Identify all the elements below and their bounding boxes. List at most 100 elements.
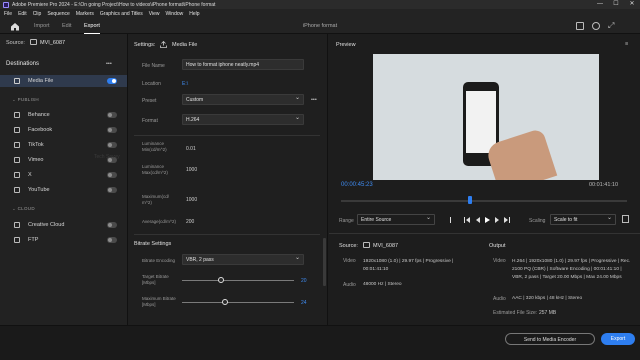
- range-dropdown[interactable]: Entire Source: [357, 213, 435, 225]
- destination-label: Media File: [28, 78, 54, 84]
- close-button[interactable]: ✕: [624, 0, 640, 9]
- step-forward-icon: [504, 217, 510, 223]
- luminance-min-value[interactable]: 0.01: [186, 146, 196, 152]
- preset-dropdown[interactable]: Custom: [182, 93, 304, 105]
- export-button[interactable]: Export: [601, 333, 635, 345]
- destination-toggle[interactable]: [107, 172, 117, 178]
- maximum-value[interactable]: 1000: [186, 197, 197, 203]
- destination-tiktok[interactable]: TikTok: [0, 139, 127, 151]
- destination-label: YouTube: [28, 187, 50, 193]
- location-label: Location: [142, 81, 161, 87]
- destination-toggle[interactable]: [107, 142, 117, 148]
- iphone-screen: [466, 91, 496, 153]
- menu-file[interactable]: File: [4, 11, 12, 17]
- settings-scrollbar[interactable]: [323, 238, 326, 286]
- playhead[interactable]: [467, 196, 472, 204]
- target-bitrate-value[interactable]: 20: [301, 278, 307, 284]
- play-icon: [485, 217, 490, 223]
- destination-toggle[interactable]: [107, 112, 117, 118]
- preset-more-button[interactable]: •••: [311, 97, 317, 103]
- max-bitrate-label: Maximum Bitrate [Mbps]: [142, 296, 176, 307]
- footer-bar: Send to Media Encoder Export: [0, 325, 640, 360]
- destination-ftp[interactable]: FTP: [0, 234, 127, 246]
- max-bitrate-slider[interactable]: [182, 302, 294, 303]
- preview-menu-button[interactable]: ≡: [625, 41, 628, 47]
- max-bitrate-knob[interactable]: [221, 299, 228, 305]
- target-bitrate-knob[interactable]: [218, 277, 225, 283]
- output-video-label: Video: [493, 258, 506, 264]
- target-bitrate-label: Target Bitrate [Mbps]: [142, 274, 169, 285]
- destinations-title: Destinations: [6, 61, 40, 67]
- menu-markers[interactable]: Markers: [76, 11, 94, 17]
- youtube-icon: [14, 187, 20, 193]
- maximum-label: Maximum(cd/ m^2): [142, 194, 170, 205]
- window-title: Adobe Premiere Pro 2024 - E:\On going Pr…: [12, 1, 216, 8]
- format-label: Format: [142, 118, 158, 124]
- publish-title: PUBLISH: [17, 97, 39, 102]
- destination-label: Behance: [28, 112, 50, 118]
- media-file-toggle[interactable]: [107, 78, 117, 84]
- menu-window[interactable]: Window: [165, 11, 183, 17]
- tiktok-icon: [14, 142, 20, 148]
- file-size-value: 257 MB: [539, 310, 557, 316]
- menu-help[interactable]: Help: [189, 11, 199, 17]
- menu-graphics[interactable]: Graphics and Titles: [100, 11, 143, 17]
- minimize-button[interactable]: —: [592, 0, 608, 9]
- luminance-min-label: Luminance Min(cd/m^2): [142, 141, 167, 152]
- destination-facebook[interactable]: Facebook: [0, 124, 127, 136]
- source-summary-name: MVI_6087: [373, 243, 399, 249]
- destination-toggle[interactable]: [107, 222, 117, 228]
- destination-behance[interactable]: Behance: [0, 109, 127, 121]
- menu-clip[interactable]: Clip: [33, 11, 42, 17]
- source-audio-label: Audio: [343, 282, 356, 288]
- source-audio-value: 48000 Hz | Stereo: [363, 282, 402, 287]
- location-link[interactable]: E:\: [182, 81, 188, 87]
- bitrate-encoding-dropdown[interactable]: VBR, 2 pass: [182, 253, 304, 265]
- step-back-icon: [464, 217, 470, 223]
- destination-media-file[interactable]: Media File: [0, 75, 127, 87]
- maximize-button[interactable]: ☐: [608, 0, 624, 9]
- target-bitrate-slider[interactable]: [182, 280, 294, 281]
- scaling-label: Scaling: [529, 218, 546, 224]
- export-file-icon: [160, 41, 167, 48]
- bitrate-encoding-label: Bitrate Encoding: [142, 258, 176, 263]
- destination-toggle[interactable]: [107, 127, 117, 133]
- file-icon: [14, 78, 20, 84]
- destination-toggle[interactable]: [107, 187, 117, 193]
- destination-label: Vimeo: [28, 157, 44, 163]
- menu-sequence[interactable]: Sequence: [47, 11, 70, 17]
- watermark-text: Tech Savvy: [94, 154, 120, 160]
- destinations-more-button[interactable]: •••: [106, 61, 112, 67]
- destination-toggle[interactable]: [107, 237, 117, 243]
- format-dropdown[interactable]: H.264: [182, 113, 304, 125]
- send-to-media-encoder-button[interactable]: Send to Media Encoder: [505, 333, 595, 345]
- output-audio-value: AAC | 320 kbps | 48 kHz | Stereo: [512, 296, 583, 301]
- quick-export-icon[interactable]: [576, 22, 584, 30]
- fullscreen-icon[interactable]: ⤢: [608, 22, 616, 30]
- clip-icon: [30, 39, 37, 45]
- file-name-input[interactable]: How to format iphone neatly.mp4: [182, 59, 304, 70]
- destination-youtube[interactable]: YouTube: [0, 184, 127, 196]
- luminance-max-value[interactable]: 1000: [186, 167, 197, 173]
- menu-view[interactable]: View: [149, 11, 160, 17]
- current-timecode[interactable]: 00:00:45:23: [341, 182, 373, 188]
- fit-icon[interactable]: [622, 215, 629, 223]
- file-size-label: Estimated File Size:: [493, 310, 538, 316]
- max-bitrate-value[interactable]: 24: [301, 300, 307, 306]
- destination-x[interactable]: X: [0, 169, 127, 181]
- title-bar: Adobe Premiere Pro 2024 - E:\On going Pr…: [0, 0, 640, 9]
- source-video-label: Video: [343, 258, 356, 264]
- vimeo-icon: [14, 157, 20, 163]
- frame-forward-icon: [495, 217, 499, 223]
- preview-panel: Preview ≡ 00:00:45:23 00:01:41:10 Range …: [329, 34, 640, 325]
- clip-icon: [363, 242, 370, 248]
- menu-bar: File Edit Clip Sequence Markers Graphics…: [0, 9, 640, 18]
- average-value[interactable]: 200: [186, 219, 194, 225]
- menu-edit[interactable]: Edit: [18, 11, 27, 17]
- ftp-icon: [14, 237, 20, 243]
- source-label: Source:: [6, 40, 25, 46]
- destination-creative-cloud[interactable]: Creative Cloud: [0, 219, 127, 231]
- scaling-dropdown[interactable]: Scale to fit: [550, 213, 616, 225]
- progress-icon[interactable]: [592, 22, 600, 30]
- timeline-scrubber[interactable]: [341, 200, 627, 202]
